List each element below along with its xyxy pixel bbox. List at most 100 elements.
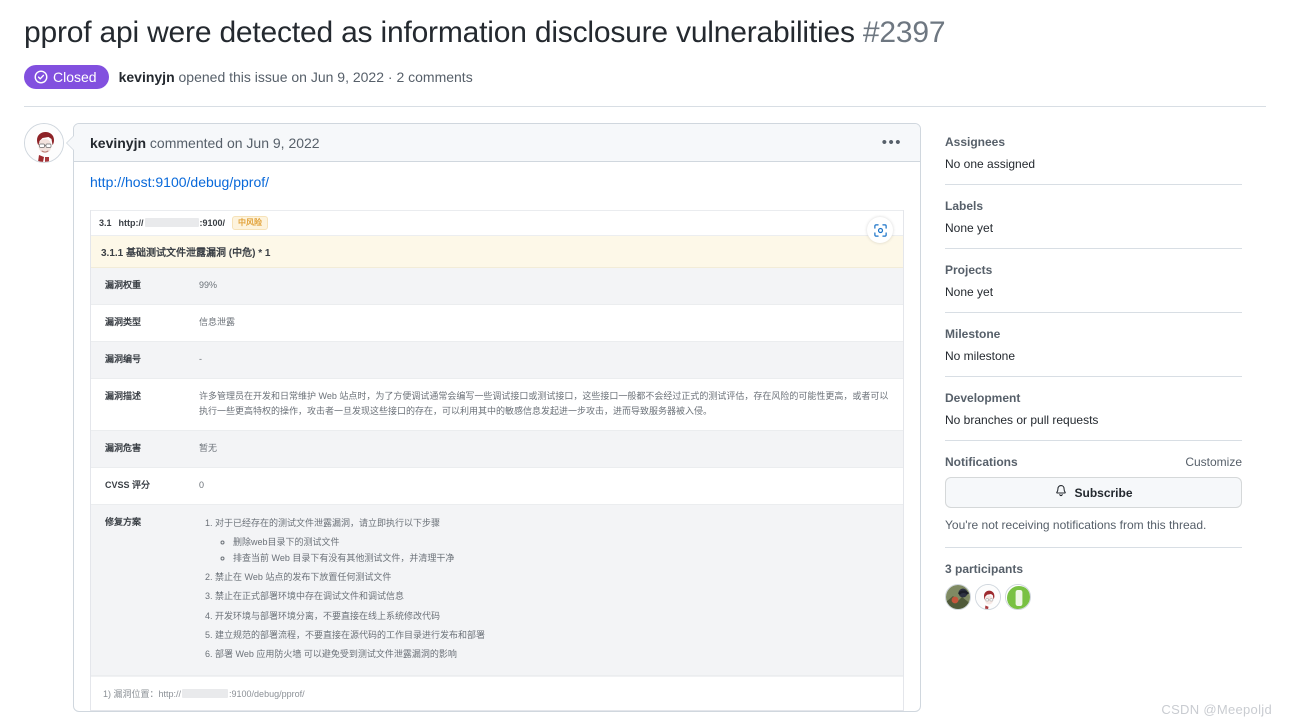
redacted-host [144, 218, 199, 228]
sidebar: Assignees No one assigned Labels None ye… [945, 123, 1242, 712]
report-section-header: 3.1 http:// :9100/ 中风险 [91, 211, 903, 237]
risk-badge: 中风险 [232, 216, 269, 231]
sidebar-label[interactable]: Assignees [945, 135, 1242, 149]
subscribe-button-label: Subscribe [1074, 485, 1133, 500]
comment-body: http://host:9100/debug/pprof/ 3.1 http:/… [74, 162, 920, 712]
row-key: CVSS 评分 [91, 467, 191, 505]
issue-number: #2397 [862, 16, 946, 49]
row-value: 暂无 [191, 430, 903, 468]
sidebar-value: No one assigned [945, 157, 1036, 172]
sidebar-label[interactable]: Labels [945, 199, 1242, 213]
status-badge: Closed [24, 65, 109, 90]
list-item: 禁止在 Web 站点的发布下放置任何测试文件 [215, 569, 895, 585]
participants-avatars [945, 584, 1242, 611]
report-host-prefix: http:// [118, 218, 144, 229]
check-circle-icon [34, 70, 48, 84]
watermark: CSDN @Meepoljd [1161, 702, 1272, 717]
redacted-host [182, 689, 229, 699]
table-row: 漏洞描述 许多管理员在开发和日常维护 Web 站点时，为了方便调试通常会编写一些… [91, 378, 903, 432]
sidebar-label[interactable]: Projects [945, 263, 1242, 277]
remediation-sublist: 删除web目录下的测试文件 排查当前 Web 目录下有没有其他测试文件，并清理干… [215, 534, 895, 566]
list-item: 开发环境与部署环境分离，不要直接在线上系统修改代码 [215, 608, 895, 624]
list-item: 排查当前 Web 目录下有没有其他测试文件，并清理干净 [233, 550, 895, 566]
report-footer: 1) 漏洞位置：http:// :9100/debug/pprof/ [91, 676, 903, 710]
sidebar-section-labels: Labels None yet [945, 184, 1242, 248]
sidebar-section-milestone: Milestone No milestone [945, 312, 1242, 376]
report-host-port: :9100/ [199, 218, 226, 229]
issue-page: pprof api were detected as information d… [0, 0, 1290, 725]
remediation-step-text: 对于已经存在的测试文件泄露漏洞，请立即执行以下步骤 [215, 517, 441, 528]
list-item: 删除web目录下的测试文件 [233, 534, 895, 550]
row-key: 漏洞编号 [91, 341, 191, 379]
subscribe-note: You're not receiving notifications from … [945, 518, 1207, 533]
sidebar-value: None yet [945, 285, 994, 300]
comment-header: kevinyjn commented on Jun 9, 2022 ••• [74, 124, 920, 163]
remediation-list: 对于已经存在的测试文件泄露漏洞，请立即执行以下步骤 删除web目录下的测试文件 … [199, 515, 895, 663]
list-item: 部署 Web 应用防火墙 可以避免受到测试文件泄露漏洞的影响 [215, 646, 895, 662]
participant-avatar-2[interactable] [975, 584, 1001, 611]
comment-author[interactable]: kevinyjn [90, 135, 146, 151]
table-row: 漏洞类型 信息泄露 [91, 304, 903, 342]
participants-count: 3 participants [945, 562, 1024, 577]
subscribe-button[interactable]: Subscribe [945, 477, 1242, 509]
row-key: 漏洞危害 [91, 430, 191, 468]
list-item: 建立规范的部署流程，不要直接在源代码的工作目录进行发布和部署 [215, 627, 895, 643]
sidebar-value: No branches or pull requests [945, 413, 1099, 428]
sidebar-section-development: Development No branches or pull requests [945, 376, 1242, 440]
row-value: 99% [191, 268, 903, 306]
table-row: 漏洞危害 暂无 [91, 430, 903, 468]
row-value: - [191, 341, 903, 379]
sidebar-value: No milestone [945, 349, 1016, 364]
table-row-remediation: 修复方案 对于已经存在的测试文件泄露漏洞，请立即执行以下步骤 删除web目录下的… [91, 504, 903, 677]
report-subsection-title: 3.1.1 基础测试文件泄露漏洞 (中危) * 1 [91, 236, 903, 269]
sidebar-label[interactable]: Development [945, 391, 1242, 405]
vuln-location-url-end: :9100/debug/pprof/ [229, 689, 305, 700]
sidebar-section-assignees: Assignees No one assigned [945, 135, 1242, 184]
comment-box: kevinyjn commented on Jun 9, 2022 ••• ht… [66, 123, 921, 713]
list-item: 禁止在正式部署环境中存在调试文件和调试信息 [215, 588, 895, 604]
avatar[interactable] [24, 123, 64, 164]
vulnerability-table: 漏洞权重 99% 漏洞类型 信息泄露 漏洞编号 - 漏洞描述 许多管理员在开发和… [91, 268, 903, 677]
row-key: 漏洞权重 [91, 268, 191, 306]
issue-header: pprof api were detected as information d… [0, 0, 1290, 90]
customize-link[interactable]: Customize [1185, 455, 1242, 469]
issue-body: kevinyjn commented on Jun 9, 2022 ••• ht… [0, 107, 1290, 713]
row-value: 对于已经存在的测试文件泄露漏洞，请立即执行以下步骤 删除web目录下的测试文件 … [191, 504, 903, 677]
participant-avatar-1[interactable] [945, 584, 971, 611]
row-key: 修复方案 [91, 504, 191, 677]
sidebar-section-projects: Projects None yet [945, 248, 1242, 312]
issue-author[interactable]: kevinyjn [119, 69, 175, 85]
comment-byline: kevinyjn commented on Jun 9, 2022 [90, 135, 320, 151]
kebab-horizontal-icon[interactable]: ••• [880, 133, 904, 152]
issue-byline: kevinyjn opened this issue on Jun 9, 202… [119, 69, 473, 85]
report-section-number: 3.1 [99, 218, 112, 229]
vuln-location-url-start: http:// [158, 689, 182, 700]
main-column: kevinyjn commented on Jun 9, 2022 ••• ht… [24, 123, 921, 713]
sidebar-section-notifications: Notifications Customize Subscribe You're… [945, 440, 1242, 547]
vulnerability-table-body: 漏洞权重 99% 漏洞类型 信息泄露 漏洞编号 - 漏洞描述 许多管理员在开发和… [91, 268, 903, 677]
table-row: 漏洞权重 99% [91, 268, 903, 306]
participant-avatar-3[interactable] [1005, 584, 1031, 611]
list-item: 对于已经存在的测试文件泄露漏洞，请立即执行以下步骤 删除web目录下的测试文件 … [215, 515, 895, 567]
row-value: 许多管理员在开发和日常维护 Web 站点时，为了方便调试通常会编写一些调试接口或… [191, 378, 903, 432]
embedded-report-image[interactable]: 3.1 http:// :9100/ 中风险 3.1.1 基础测试文件泄露漏洞 (… [90, 210, 904, 712]
report-section-host: http:// :9100/ [118, 218, 226, 229]
issue-meta-row: Closed kevinyjn opened this issue on Jun… [24, 65, 1266, 90]
page-title: pprof api were detected as information d… [24, 14, 1266, 52]
row-key: 漏洞类型 [91, 304, 191, 342]
pprof-link[interactable]: http://host:9100/debug/pprof/ [90, 174, 269, 190]
sidebar-section-participants: 3 participants [945, 547, 1242, 623]
sidebar-label-row: Notifications Customize [945, 455, 1242, 469]
row-value: 信息泄露 [191, 304, 903, 342]
notifications-label: Notifications [945, 455, 1018, 470]
issue-title-text: pprof api were detected as information d… [24, 16, 855, 49]
row-key: 漏洞描述 [91, 378, 191, 432]
sidebar-label[interactable]: Milestone [945, 327, 1242, 341]
table-row: CVSS 评分 0 [91, 467, 903, 505]
vuln-location-label: 1) 漏洞位置： [103, 689, 159, 700]
sidebar-value: None yet [945, 221, 994, 236]
table-row: 漏洞编号 - [91, 341, 903, 379]
status-badge-label: Closed [53, 69, 97, 86]
comment-timestamp: commented on Jun 9, 2022 [149, 134, 320, 151]
bell-icon [1054, 484, 1068, 501]
